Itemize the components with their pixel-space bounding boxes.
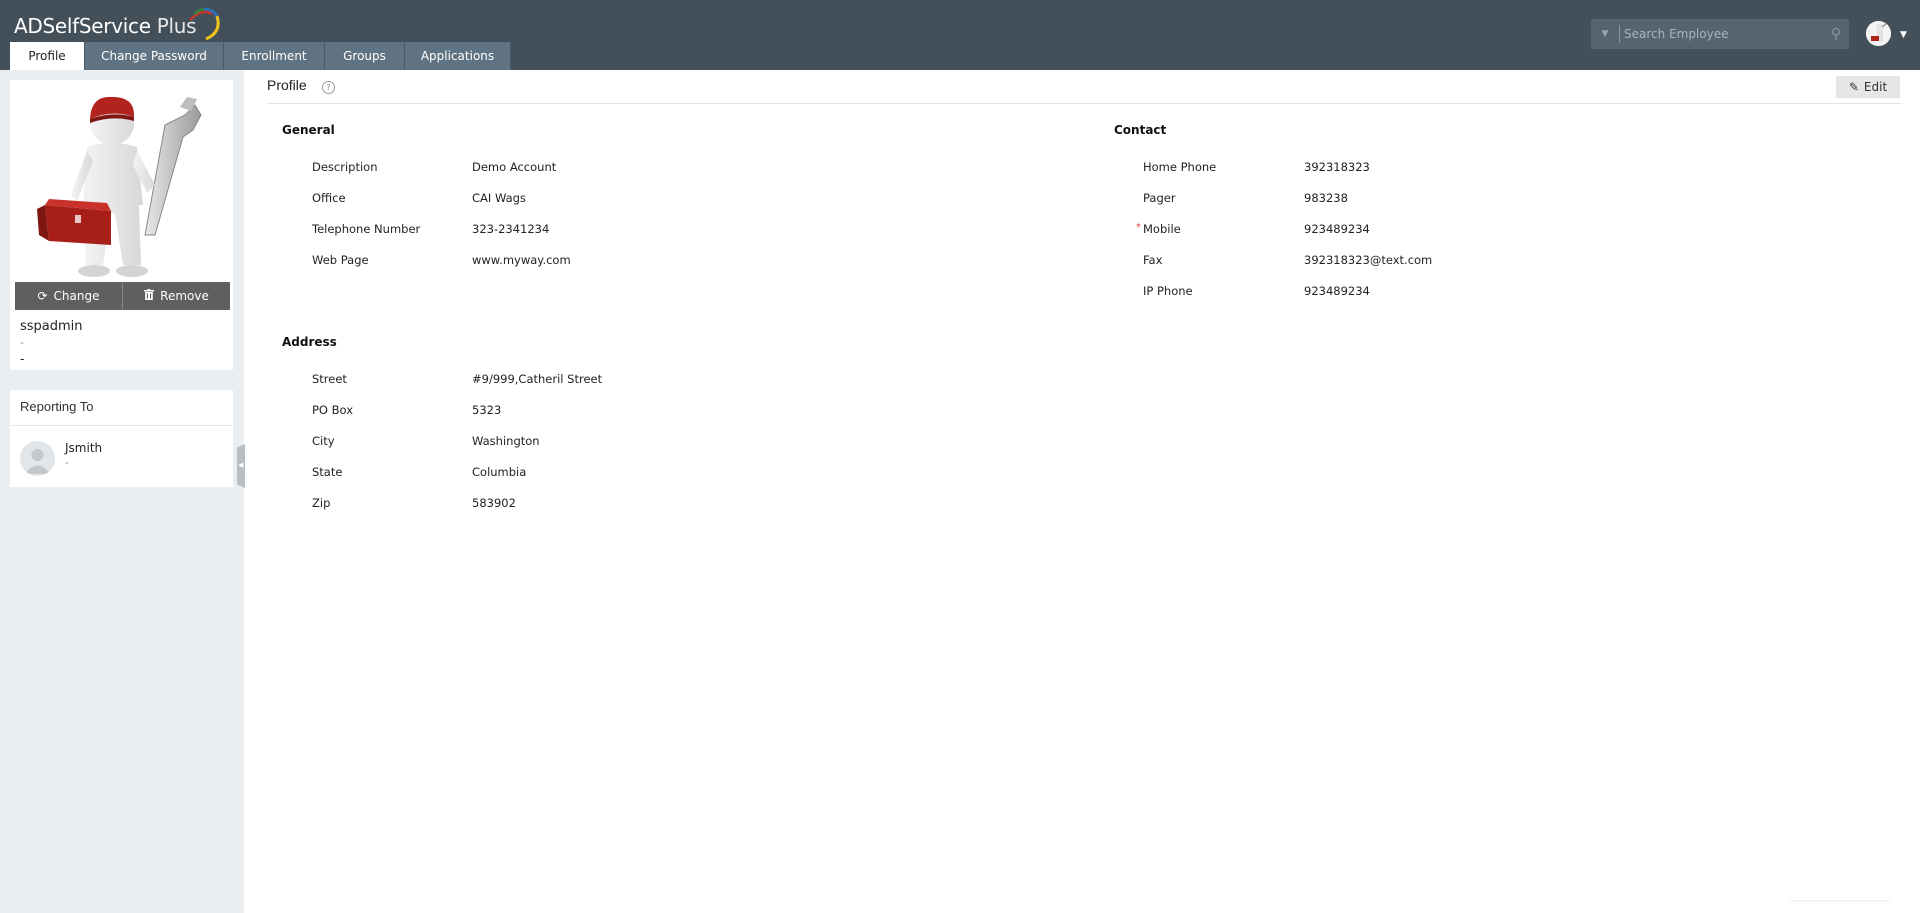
field-label-office: Office (312, 191, 346, 205)
profile-content: Profile ? ✎ Edit General Description Dem… (244, 70, 1920, 913)
employee-search: ▼ ⚲ (1591, 19, 1849, 49)
field-value-description: Demo Account (472, 160, 557, 174)
field-label-telephone: Telephone Number (312, 222, 421, 236)
field-label-web-page: Web Page (312, 253, 369, 267)
person-placeholder-icon (25, 449, 50, 474)
search-icon[interactable]: ⚲ (1823, 26, 1849, 42)
manager-avatar (20, 441, 55, 476)
photo-actions-bar: ⟳ Change Remove (15, 282, 230, 310)
field-value-mobile: 923489234 (1304, 222, 1370, 236)
field-value-po-box: 5323 (472, 403, 502, 417)
logo-text: ADSelfService (14, 14, 151, 38)
field-value-zip: 583902 (472, 496, 516, 510)
field-value-telephone: 323-2341234 (472, 222, 550, 236)
field-label-home-phone: Home Phone (1143, 160, 1217, 174)
field-value-state: Columbia (472, 465, 527, 479)
main-tabs: Profile Change Password Enrollment Group… (10, 42, 511, 70)
pencil-icon: ✎ (1848, 80, 1859, 94)
app-logo[interactable]: ADSelfService Plus (14, 7, 220, 41)
technician-figure-icon (37, 96, 202, 277)
user-avatar-image-icon (1866, 21, 1891, 46)
field-label-zip: Zip (312, 496, 331, 510)
required-marker: * (1136, 222, 1141, 233)
field-value-pager: 983238 (1304, 191, 1348, 205)
search-employee-input[interactable] (1620, 27, 1823, 41)
reporting-to-card: Reporting To Jsmith - (10, 390, 233, 487)
field-label-pager: Pager (1143, 191, 1176, 205)
change-photo-label: Change (53, 289, 100, 303)
field-value-web-page: www.myway.com (472, 253, 571, 267)
contact-heading: Contact (1114, 123, 1167, 137)
title-divider (267, 103, 1901, 104)
field-label-ip-phone: IP Phone (1143, 284, 1193, 298)
field-value-street: #9/999,Catheril Street (472, 372, 603, 386)
top-bar: ADSelfService Plus Profile Change Passwo… (0, 0, 1920, 70)
manager-title: - (65, 458, 69, 469)
general-heading: General (282, 123, 335, 137)
field-label-state: State (312, 465, 343, 479)
field-label-street: Street (312, 372, 347, 386)
field-value-city: Washington (472, 434, 540, 448)
user-menu-caret-icon[interactable]: ▼ (1900, 30, 1907, 40)
footer-shadow (1790, 900, 1890, 903)
manager-name[interactable]: Jsmith (65, 441, 102, 455)
field-value-home-phone: 392318323 (1304, 160, 1370, 174)
username: sspadmin (20, 319, 83, 334)
edit-button[interactable]: ✎ Edit (1836, 76, 1900, 98)
tab-change-password[interactable]: Change Password (85, 42, 224, 70)
search-filter-dropdown-icon[interactable]: ▼ (1591, 29, 1619, 39)
change-photo-button[interactable]: ⟳ Change (15, 282, 122, 310)
help-icon[interactable]: ? (322, 81, 335, 94)
field-value-office: CAI Wags (472, 191, 526, 205)
remove-photo-label: Remove (160, 289, 209, 303)
field-value-ip-phone: 923489234 (1304, 284, 1370, 298)
field-label-po-box: PO Box (312, 403, 354, 417)
profile-photo-card: ⟳ Change Remove sspadmin - - (10, 80, 233, 370)
refresh-icon: ⟳ (37, 289, 48, 303)
trash-icon (144, 289, 155, 303)
address-heading: Address (282, 335, 337, 349)
page-title: Profile (267, 77, 307, 93)
reporting-to-title: Reporting To (10, 390, 233, 426)
tab-applications[interactable]: Applications (405, 42, 511, 70)
profile-photo (15, 85, 229, 285)
collapse-arrow-icon: ◀ (238, 461, 244, 469)
sidebar: ⟳ Change Remove sspadmin - - Reporting T… (0, 70, 245, 913)
field-label-city: City (312, 434, 335, 448)
user-avatar[interactable] (1866, 21, 1891, 46)
logo-swoosh-icon (189, 7, 220, 41)
edit-label: Edit (1863, 80, 1888, 94)
manager-item[interactable]: Jsmith - (10, 426, 233, 486)
remove-photo-button[interactable]: Remove (122, 282, 230, 310)
user-department: - (20, 352, 25, 366)
user-title: - (20, 336, 24, 349)
field-label-description: Description (312, 160, 378, 174)
field-value-fax: 392318323@text.com (1304, 253, 1433, 267)
tab-enrollment[interactable]: Enrollment (224, 42, 325, 70)
tab-profile[interactable]: Profile (10, 42, 85, 70)
field-label-fax: Fax (1143, 253, 1163, 267)
tab-groups[interactable]: Groups (325, 42, 405, 70)
field-label-mobile: Mobile (1143, 222, 1181, 236)
